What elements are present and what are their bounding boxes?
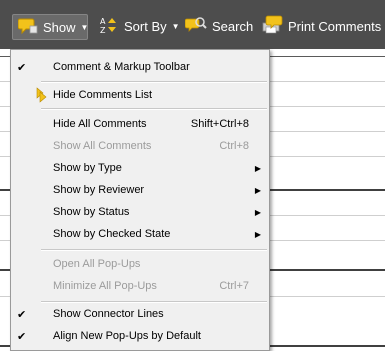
submenu-arrow-icon: ▶ [254,207,261,217]
show-menu-button[interactable]: Show ▼ [12,14,88,40]
menu-item-label: Show All Comments [53,140,152,152]
menu-item-hide-all-comments[interactable]: Hide All Comments Shift+Ctrl+8 [11,114,269,134]
shortcut-label: Shift+Ctrl+8 [190,118,249,130]
menu-separator [41,249,267,251]
print-comments-label: Print Comments [288,18,382,34]
sort-az-icon: A Z [99,16,119,37]
chevron-down-icon: ▼ [80,22,89,32]
search-comments-icon [184,15,207,38]
submenu-arrow-icon: ▶ [254,185,261,195]
sort-by-button[interactable]: A Z Sort By ▼ [99,14,180,38]
search-label: Search [212,18,254,34]
menu-separator [41,81,267,83]
menu-item-show-by-checked-state[interactable]: Show by Checked State ▶ [11,224,269,244]
svg-text:A: A [100,17,106,26]
comments-list-icon [35,87,49,106]
menu-item-comment-markup-toolbar[interactable]: ✔ Comment & Markup Toolbar [11,57,269,77]
menu-item-show-all-comments[interactable]: Show All Comments Ctrl+8 [11,136,269,156]
comments-toolbar: Show ▼ A Z Sort By ▼ Search Print Commen… [0,0,385,49]
menu-item-show-by-type[interactable]: Show by Type ▶ [11,158,269,178]
show-label: Show [43,19,76,35]
menu-item-open-all-popups[interactable]: Open All Pop-Ups [11,254,269,274]
menu-item-label: Hide Comments List [53,89,153,101]
menu-item-label: Open All Pop-Ups [53,258,141,270]
submenu-arrow-icon: ▶ [254,163,261,173]
menu-item-label: Minimize All Pop-Ups [53,280,157,292]
menu-separator [41,108,267,110]
menu-item-label: Show by Checked State [53,228,171,240]
menu-separator [41,301,267,303]
menu-item-align-new-popups[interactable]: ✔ Align New Pop-Ups by Default [11,326,269,346]
submenu-arrow-icon: ▶ [254,229,261,239]
checkmark-icon: ✔ [17,61,27,74]
menu-item-label: Show by Status [53,206,130,218]
comment-bubble-icon [17,17,38,38]
sort-by-label: Sort By [124,18,167,34]
menu-item-hide-comments-list[interactable]: Hide Comments List [11,85,269,105]
print-comments-button[interactable]: Print Comments ▼ [261,14,385,38]
menu-item-label: Show Connector Lines [53,308,164,320]
menu-item-label: Show by Reviewer [53,184,145,196]
menu-item-minimize-all-popups[interactable]: Minimize All Pop-Ups Ctrl+7 [11,276,269,296]
menu-item-label: Align New Pop-Ups by Default [53,330,201,342]
menu-item-label: Show by Type [53,162,122,174]
shortcut-label: Ctrl+8 [219,140,249,152]
menu-item-show-connector-lines[interactable]: ✔ Show Connector Lines [11,304,269,324]
shortcut-label: Ctrl+7 [219,280,249,292]
print-comments-icon [261,15,283,38]
menu-item-show-by-status[interactable]: Show by Status ▶ [11,202,269,222]
menu-item-label: Comment & Markup Toolbar [53,61,190,73]
checkmark-icon: ✔ [17,308,27,321]
menu-item-label: Hide All Comments [53,118,147,130]
chevron-down-icon: ▼ [171,21,180,31]
checkmark-icon: ✔ [17,330,27,343]
menu-item-show-by-reviewer[interactable]: Show by Reviewer ▶ [11,180,269,200]
search-button[interactable]: Search [184,14,254,38]
show-dropdown-menu: ✔ Comment & Markup Toolbar Hide Comments… [10,49,270,351]
svg-text:Z: Z [100,26,106,34]
